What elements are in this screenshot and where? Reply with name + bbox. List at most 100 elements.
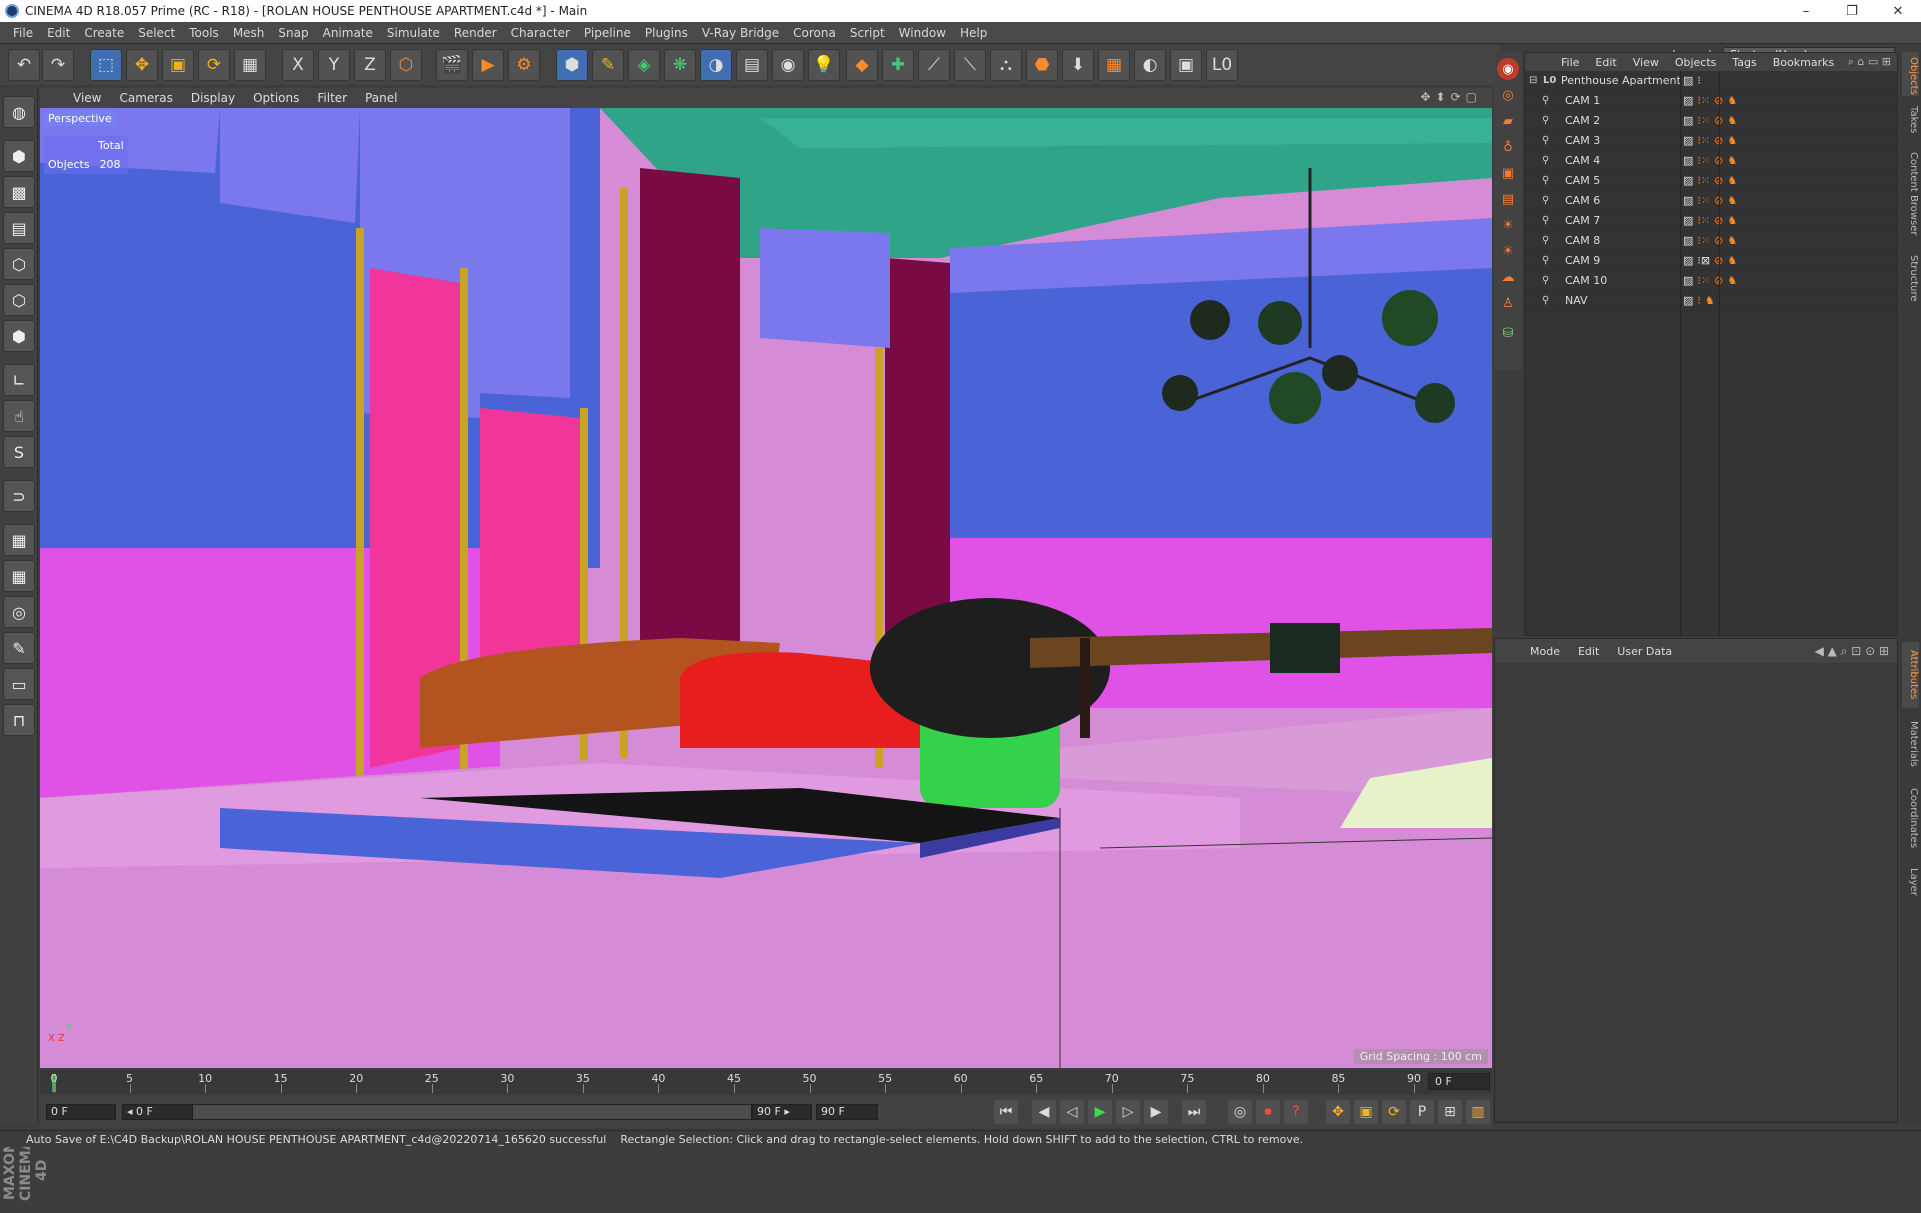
tag-button-7[interactable]: ⬇: [1062, 49, 1094, 81]
key-parameter-icon[interactable]: P: [1410, 1100, 1434, 1124]
go-to-end-icon[interactable]: ⏭: [1182, 1100, 1206, 1124]
frame-icon[interactable]: ▣: [1497, 162, 1519, 184]
key-position-icon[interactable]: ✥: [1326, 1100, 1350, 1124]
tab-materials[interactable]: Materials: [1902, 712, 1919, 776]
object-row[interactable]: ⚲ CAM 4 ▨⁝⁙⊘♞: [1525, 151, 1897, 171]
viewport-menu-view[interactable]: View: [64, 91, 110, 105]
tab-objects[interactable]: Objects: [1902, 52, 1919, 96]
menu-mesh[interactable]: Mesh: [226, 26, 272, 40]
end-frame-field[interactable]: 90 F: [816, 1104, 878, 1120]
layer-button[interactable]: L0: [1206, 49, 1238, 81]
live-selection-button[interactable]: ⬚: [90, 49, 122, 81]
tag-button-6[interactable]: ⬣: [1026, 49, 1058, 81]
redo-button[interactable]: ↷: [42, 49, 74, 81]
tag-button-1[interactable]: ◆: [846, 49, 878, 81]
paint-icon[interactable]: ✎: [3, 632, 35, 664]
objmgr-menu-edit[interactable]: Edit: [1587, 56, 1624, 69]
objmgr-menu-bookmarks[interactable]: Bookmarks: [1765, 56, 1842, 69]
next-frame-icon[interactable]: ▷: [1116, 1100, 1140, 1124]
menu-window[interactable]: Window: [892, 26, 953, 40]
x-axis-lock-button[interactable]: X: [282, 49, 314, 81]
menu-select[interactable]: Select: [131, 26, 182, 40]
plugin-icon[interactable]: ♙: [1497, 292, 1519, 314]
objmgr-menu-file[interactable]: File: [1553, 56, 1587, 69]
tag-button-2[interactable]: ✚: [882, 49, 914, 81]
play-icon[interactable]: ▶: [1088, 1100, 1112, 1124]
menu-plugins[interactable]: Plugins: [638, 26, 695, 40]
tag-button-3[interactable]: ⟋: [918, 49, 950, 81]
timeline-window-icon[interactable]: ▥: [1466, 1100, 1490, 1124]
object-row[interactable]: ⚲ CAM 9 ▨⁝⊠⊘♞: [1525, 251, 1897, 271]
record-icon[interactable]: ⏺: [1256, 1100, 1280, 1124]
locked-workplane-icon[interactable]: ▦: [3, 560, 35, 592]
make-editable-icon[interactable]: ◍: [3, 96, 35, 128]
tab-coordinates[interactable]: Coordinates: [1902, 780, 1919, 856]
scale-tool-button[interactable]: ▣: [162, 49, 194, 81]
menu-render[interactable]: Render: [447, 26, 504, 40]
misc-tool-icon-2[interactable]: ⊓: [3, 704, 35, 736]
start-frame-field[interactable]: 0 F: [46, 1104, 116, 1120]
menu-help[interactable]: Help: [953, 26, 994, 40]
object-row[interactable]: ⚲ CAM 3 ▨⁝⁙⊘♞: [1525, 131, 1897, 151]
sky-icon[interactable]: ☀: [1497, 240, 1519, 262]
tag-button-4[interactable]: ⟍: [954, 49, 986, 81]
menu-pipeline[interactable]: Pipeline: [577, 26, 638, 40]
undo-button[interactable]: ↶: [8, 49, 40, 81]
model-mode-icon[interactable]: ⬢: [3, 140, 35, 172]
previous-key-icon[interactable]: ◀: [1032, 1100, 1056, 1124]
snapshot-icon[interactable]: ◎: [1497, 84, 1519, 106]
attr-menu-user-data[interactable]: User Data: [1608, 645, 1681, 658]
object-row[interactable]: ⚲ CAM 8 ▨⁝⁙⊘♞: [1525, 231, 1897, 251]
restore-button[interactable]: ❐: [1829, 0, 1875, 22]
viewport-menu-options[interactable]: Options: [244, 91, 308, 105]
render-region-icon[interactable]: ◉: [1497, 58, 1519, 80]
magnet-icon[interactable]: ⊃: [3, 480, 35, 512]
perspective-viewport[interactable]: Perspective Total Objects 208 Y X Z Grid…: [40, 108, 1492, 1068]
tag-button-9[interactable]: ◐: [1134, 49, 1166, 81]
menu-character[interactable]: Character: [504, 26, 577, 40]
polygons-mode-icon[interactable]: ⬢: [3, 320, 35, 352]
edges-mode-icon[interactable]: ⬡: [3, 284, 35, 316]
add-cube-button[interactable]: ⬢: [556, 49, 588, 81]
object-row[interactable]: ⚲ CAM 5 ▨⁝⁙⊘♞: [1525, 171, 1897, 191]
object-row[interactable]: ⚲ CAM 7 ▨⁝⁙⊘♞: [1525, 211, 1897, 231]
object-row[interactable]: ⚲ CAM 1 ▨⁝⁙⊘♞: [1525, 91, 1897, 111]
key-scale-icon[interactable]: ▣: [1354, 1100, 1378, 1124]
y-axis-lock-button[interactable]: Y: [318, 49, 350, 81]
layer-manager-icon[interactable]: ⛁: [1497, 322, 1519, 344]
range-end-field[interactable]: 90 F ▸: [752, 1104, 812, 1120]
menu-simulate[interactable]: Simulate: [380, 26, 447, 40]
rotate-tool-button[interactable]: ⟳: [198, 49, 230, 81]
attr-menu-mode[interactable]: Mode: [1521, 645, 1569, 658]
camera-button[interactable]: ◉: [772, 49, 804, 81]
tag-button-8[interactable]: ▦: [1098, 49, 1130, 81]
attr-menu-edit[interactable]: Edit: [1569, 645, 1608, 658]
menu-script[interactable]: Script: [843, 26, 892, 40]
tag-button-10[interactable]: ▣: [1170, 49, 1202, 81]
tab-attributes[interactable]: Attributes: [1902, 642, 1919, 708]
render-to-picture-viewer-button[interactable]: ▶: [472, 49, 504, 81]
object-row[interactable]: ⚲ CAM 2 ▨⁝⁙⊘♞: [1525, 111, 1897, 131]
menu-file[interactable]: File: [6, 26, 40, 40]
points-mode-icon[interactable]: ⬡: [3, 248, 35, 280]
spline-pen-button[interactable]: ✎: [592, 49, 624, 81]
tab-content-browser[interactable]: Content Browser: [1902, 144, 1919, 244]
previous-frame-icon[interactable]: ◁: [1060, 1100, 1084, 1124]
range-slider[interactable]: [192, 1104, 752, 1120]
light-button[interactable]: 💡: [808, 49, 840, 81]
floor-button[interactable]: ▤: [736, 49, 768, 81]
menu-edit[interactable]: Edit: [40, 26, 77, 40]
tweak-mode-icon[interactable]: ☝: [3, 400, 35, 432]
tab-layer[interactable]: Layer: [1902, 860, 1919, 904]
workplane-mode-icon[interactable]: ▤: [3, 212, 35, 244]
objmgr-menu-tags[interactable]: Tags: [1724, 56, 1764, 69]
object-row-root[interactable]: ⊟ L0 Penthouse Apartment ▨ ⁝: [1525, 71, 1897, 91]
timeline-ruler[interactable]: 0 5 10 15 20 25 30 35 40 45 50 55 60 65 70 75 80 85 90 0 F: [40, 1070, 1492, 1094]
objmgr-menu-objects[interactable]: Objects: [1667, 56, 1725, 69]
menu-create[interactable]: Create: [77, 26, 131, 40]
attr-nav-icons[interactable]: ◀ ▲ ⌕ ⊡ ⊙ ⊞: [1815, 644, 1897, 659]
objmgr-menu-view[interactable]: View: [1625, 56, 1667, 69]
cloud-icon[interactable]: ☁: [1497, 266, 1519, 288]
z-axis-lock-button[interactable]: Z: [354, 49, 386, 81]
key-pla-icon[interactable]: ⊞: [1438, 1100, 1462, 1124]
